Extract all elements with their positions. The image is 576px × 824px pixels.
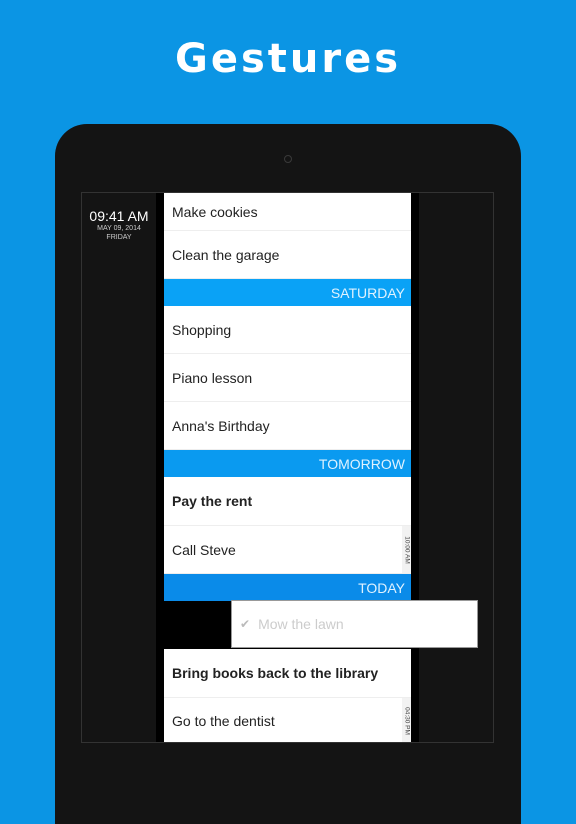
list-item[interactable]: Clean the garage bbox=[164, 231, 411, 279]
item-label: Go to the dentist bbox=[172, 712, 275, 729]
list-item[interactable]: Piano lesson bbox=[164, 354, 411, 402]
section-header-today: TODAY bbox=[164, 574, 411, 601]
checkmark-icon: ✔ bbox=[240, 617, 251, 631]
item-label: Pay the rent bbox=[172, 493, 253, 509]
section-header-tomorrow: TOMORROW bbox=[164, 450, 411, 477]
list-item[interactable]: Anna's Birthday bbox=[164, 402, 411, 450]
section-header-saturday: SATURDAY bbox=[164, 279, 411, 306]
list-item[interactable]: Shopping bbox=[164, 306, 411, 354]
clock-date: MAY 09, 2014 bbox=[97, 225, 141, 232]
list-item[interactable]: Make cookies bbox=[164, 193, 411, 231]
clock-panel: 09:41 AM MAY 09, 2014 FRIDAY bbox=[82, 193, 156, 242]
list-item[interactable]: Bring books back to the library bbox=[164, 649, 411, 698]
item-label: Mow the lawn bbox=[258, 616, 344, 632]
item-label: Shopping bbox=[172, 321, 232, 338]
page-title: Gestures bbox=[174, 36, 402, 82]
camera-icon bbox=[284, 155, 292, 163]
list-item[interactable]: Pay the rent bbox=[164, 477, 411, 526]
item-label: Bring books back to the library bbox=[172, 665, 379, 681]
task-list: Make cookies Clean the garage SATURDAY S… bbox=[164, 193, 411, 742]
divider-left bbox=[156, 193, 164, 742]
screen: 09:41 AM MAY 09, 2014 FRIDAY Make cookie… bbox=[81, 192, 494, 743]
time-tag: 10:00 AM bbox=[402, 526, 411, 573]
divider-right bbox=[411, 193, 419, 742]
clock-time: 09:41 AM bbox=[89, 208, 149, 224]
swiped-list-item[interactable]: ✔ Mow the lawn bbox=[231, 600, 478, 648]
time-tag: 04:30 PM bbox=[402, 698, 411, 742]
item-label: Clean the garage bbox=[172, 246, 280, 263]
item-label: Make cookies bbox=[172, 203, 258, 220]
time-label: 10:00 AM bbox=[403, 535, 410, 564]
item-label: Call Steve bbox=[172, 541, 236, 558]
item-label: Anna's Birthday bbox=[172, 417, 270, 434]
clock-day: FRIDAY bbox=[106, 234, 132, 241]
item-label: Piano lesson bbox=[172, 369, 253, 386]
list-item[interactable]: Go to the dentist 04:30 PM bbox=[164, 698, 411, 742]
time-label: 04:30 PM bbox=[403, 706, 410, 735]
list-item[interactable]: Call Steve 10:00 AM bbox=[164, 526, 411, 574]
